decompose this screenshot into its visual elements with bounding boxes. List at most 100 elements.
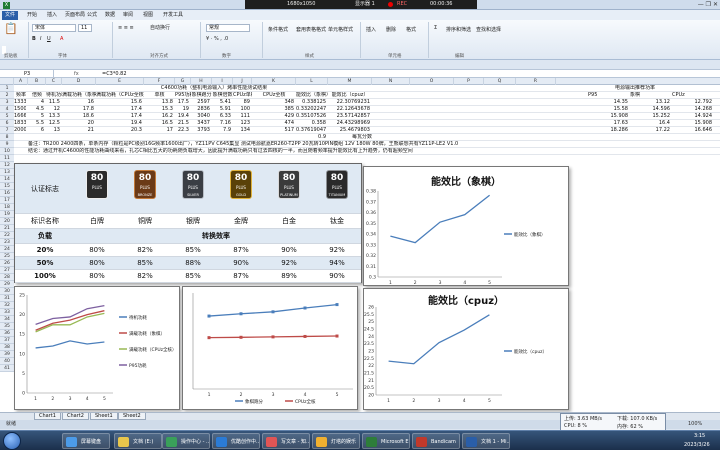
row-header[interactable]: 11 <box>0 155 14 162</box>
row-header[interactable]: 4 <box>0 106 14 113</box>
cell[interactable]: 11.5 <box>46 99 60 106</box>
cell[interactable]: 348 <box>252 99 294 106</box>
row-header[interactable]: 16 <box>0 190 14 197</box>
row-header[interactable]: 14 <box>0 176 14 183</box>
cell[interactable]: 备注：TR200 2400四条，单条内存（颗粒是PC级别16G频率1600出厂）… <box>28 141 548 148</box>
row-header[interactable]: 17 <box>0 197 14 204</box>
cell[interactable]: 21 <box>62 127 94 134</box>
format-cells-button[interactable]: 格式 <box>406 26 416 34</box>
taskbar-item[interactable]: 灯塔的娱乐 <box>312 433 360 449</box>
chart-efficiency-cpuz[interactable]: 能效比（cpuz） 20 20.5 21 21.5 22 22.5 23 23.5 24 24.5… <box>363 288 569 410</box>
row-header[interactable]: 31 <box>0 295 14 302</box>
cell[interactable]: 14.596 <box>630 106 671 113</box>
row-header[interactable]: 27 <box>0 267 14 274</box>
cell[interactable]: 待机功耗 <box>46 92 62 99</box>
cell[interactable]: 13 <box>46 127 60 134</box>
column-header[interactable]: J <box>233 78 252 85</box>
cell[interactable]: 象棋跑分 <box>191 92 212 99</box>
column-header[interactable]: F <box>144 78 175 85</box>
cell[interactable]: 13.12 <box>630 99 670 106</box>
row-header[interactable]: 26 <box>0 260 14 267</box>
chart-efficiency-chess[interactable]: 能效比（象棋） 0.3 0.31 0.32 0.33 0.34 0.35 0.36 0.37 0… <box>363 166 569 286</box>
sheet-tab[interactable]: Sheet2 <box>118 413 146 420</box>
cell[interactable]: 12 <box>46 106 60 113</box>
row-header[interactable]: 38 <box>0 344 14 351</box>
paste-icon[interactable]: 📋 <box>4 22 18 36</box>
cell[interactable]: C4600功耗（整机电源输入）烤串性能测试结果 <box>144 85 284 92</box>
insert-cells-button[interactable]: 插入 <box>366 26 376 34</box>
rec-label[interactable]: REC <box>397 0 407 9</box>
underline-button[interactable]: U <box>47 35 51 43</box>
formula-input[interactable]: =C3*0.82 <box>102 70 127 78</box>
cell-style-button[interactable]: 单元格样式 <box>328 26 353 34</box>
cell[interactable]: CPUz全核 <box>252 92 296 99</box>
row-header[interactable]: 3 <box>0 99 14 106</box>
cell[interactable]: 385 <box>252 106 294 113</box>
row-header[interactable]: 33 <box>0 309 14 316</box>
clock-date[interactable]: 2023/3/26 <box>684 442 710 448</box>
row-header[interactable]: 10 <box>0 148 14 155</box>
cell[interactable]: 15.908 <box>588 113 629 120</box>
font-color-icon[interactable]: A <box>60 35 63 43</box>
cell[interactable]: 0.358 <box>296 120 326 127</box>
column-header[interactable]: Q <box>484 78 516 85</box>
menu-tab-6[interactable]: 审阅 <box>120 11 136 20</box>
cell[interactable]: 13.8 <box>144 99 173 106</box>
row-header[interactable]: 39 <box>0 351 14 358</box>
row-header[interactable]: 37 <box>0 337 14 344</box>
cell[interactable]: 7.9 <box>212 127 231 134</box>
column-header[interactable]: E <box>96 78 144 85</box>
cell[interactable]: 0.332022472 <box>296 106 326 113</box>
cell[interactable]: 12.792 <box>672 99 713 106</box>
clock-time[interactable]: 3:15 <box>694 433 705 439</box>
row-header[interactable]: 34 <box>0 316 14 323</box>
row-header[interactable]: 29 <box>0 281 14 288</box>
column-header[interactable]: A <box>14 78 28 85</box>
cell[interactable]: 5.5 <box>28 120 44 127</box>
cell[interactable]: 3040 <box>191 113 210 120</box>
column-header[interactable]: R <box>516 78 556 85</box>
cell[interactable]: 单核 <box>144 92 175 99</box>
row-header[interactable]: 19 <box>0 211 14 218</box>
cell[interactable]: 16 <box>62 99 94 106</box>
row-header[interactable]: 40 <box>0 358 14 365</box>
row-header[interactable]: 7 <box>0 127 14 134</box>
column-header[interactable]: B <box>28 78 46 85</box>
sheet-tab[interactable]: Sheet1 <box>90 413 118 420</box>
cell[interactable]: 20.3 <box>96 127 142 134</box>
cell[interactable]: 6 <box>28 127 44 134</box>
row-header[interactable]: 2 <box>0 92 14 99</box>
badge-table[interactable]: 认证标志 80 PLUS 80 PLUS BRONZE 80 PLUS SILVER 80 PLU… <box>14 163 362 283</box>
sum-icon[interactable]: Σ <box>434 24 437 32</box>
taskbar-item[interactable]: 文档 (E:) <box>114 433 162 449</box>
taskbar-item[interactable]: 优酷创作中... <box>212 433 260 449</box>
find-select-button[interactable]: 查找和选择 <box>476 26 501 34</box>
menu-tab-5[interactable]: 数据 <box>102 11 118 20</box>
cell[interactable]: 1666 <box>14 113 26 120</box>
cell[interactable]: 15.908 <box>672 120 713 127</box>
chart-power[interactable]: 0 5 10 15 20 25 1 2 3 4 5 待机功耗 满载功耗（象棋） 满载功耗（CPUz全核） P… <box>14 286 180 410</box>
cell[interactable]: 13.3 <box>46 113 60 120</box>
menu-tab-0[interactable]: 文件 <box>2 11 19 20</box>
cell[interactable]: 17.4 <box>96 106 142 113</box>
cell[interactable]: 1333 <box>14 99 26 106</box>
column-header[interactable]: N <box>372 78 410 85</box>
cell[interactable]: 134 <box>233 127 250 134</box>
cell[interactable]: 474 <box>252 120 294 127</box>
worksheet-grid[interactable]: ABCDEFGHIJKLMNOPQR 1 2 3 4 5 6 7 8 9 10 11 12 13 14 15… <box>0 78 720 412</box>
column-header[interactable]: I <box>212 78 233 85</box>
cell[interactable]: 14.924 <box>672 113 713 120</box>
menu-tab-2[interactable]: 插入 <box>44 11 60 20</box>
cell[interactable]: 17.8 <box>62 106 94 113</box>
cell[interactable]: 111 <box>233 113 250 120</box>
cell[interactable]: 2597 <box>191 99 210 106</box>
cell[interactable]: 0.9 <box>296 134 326 141</box>
cell[interactable]: 4.5 <box>28 106 44 113</box>
column-header[interactable]: G <box>175 78 191 85</box>
row-header[interactable]: 30 <box>0 288 14 295</box>
taskbar-item[interactable]: 文档 1 - Mi... <box>462 433 510 449</box>
cell[interactable]: 17 <box>144 127 173 134</box>
cell[interactable]: 6.33 <box>212 113 231 120</box>
menu-tab-4[interactable]: 公式 <box>84 11 100 20</box>
cell[interactable]: 能效比（象棋） <box>296 92 328 99</box>
